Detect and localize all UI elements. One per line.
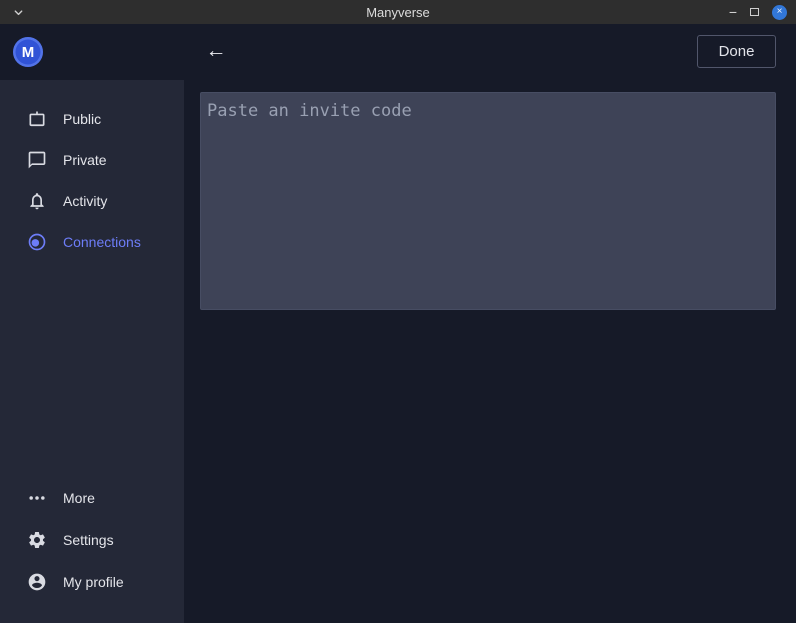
more-dots-icon	[27, 488, 47, 508]
settings-gear-icon	[27, 530, 47, 550]
sidebar-item-settings[interactable]: Settings	[0, 519, 184, 561]
window-title: Manyverse	[0, 5, 796, 20]
minimize-button[interactable]: −	[729, 5, 737, 19]
done-button[interactable]: Done	[697, 35, 776, 68]
window-titlebar: Manyverse − ×	[0, 0, 796, 24]
sidebar-item-my-profile[interactable]: My profile	[0, 561, 184, 603]
sidebar-item-label: More	[63, 490, 95, 506]
logo-letter: M	[22, 44, 35, 61]
back-button[interactable]: ←	[202, 37, 230, 65]
restore-button[interactable]	[750, 8, 759, 16]
sidebar: Public Private Activity	[0, 80, 184, 623]
sidebar-item-activity[interactable]: Activity	[0, 180, 184, 221]
app-header: M ← Done	[0, 24, 796, 80]
activity-bell-icon	[27, 191, 47, 211]
sidebar-item-public[interactable]: Public	[0, 98, 184, 139]
sidebar-item-label: My profile	[63, 574, 124, 590]
sidebar-item-connections[interactable]: Connections	[0, 221, 184, 262]
main-content	[184, 80, 796, 623]
sidebar-item-label: Settings	[63, 532, 114, 548]
app-body: Public Private Activity	[0, 80, 796, 623]
sidebar-item-label: Connections	[63, 234, 141, 250]
back-arrow-icon: ←	[206, 39, 227, 63]
window-menu-chevron-icon[interactable]	[13, 7, 24, 18]
profile-person-icon	[27, 572, 47, 592]
sidebar-item-label: Activity	[63, 193, 107, 209]
close-x-icon: ×	[777, 7, 783, 17]
manyverse-logo-icon: M	[13, 37, 43, 67]
private-chat-bubble-icon	[27, 150, 47, 170]
connections-swarm-icon	[27, 232, 47, 252]
close-button[interactable]: ×	[772, 5, 787, 20]
window-controls: − ×	[729, 5, 796, 20]
sidebar-item-label: Public	[63, 111, 101, 127]
sidebar-item-label: Private	[63, 152, 107, 168]
invite-code-input[interactable]	[200, 92, 776, 310]
public-bulletin-board-icon	[27, 109, 47, 129]
sidebar-item-more[interactable]: More	[0, 477, 184, 519]
sidebar-footer: More Settings My profile	[0, 477, 184, 603]
sidebar-item-private[interactable]: Private	[0, 139, 184, 180]
